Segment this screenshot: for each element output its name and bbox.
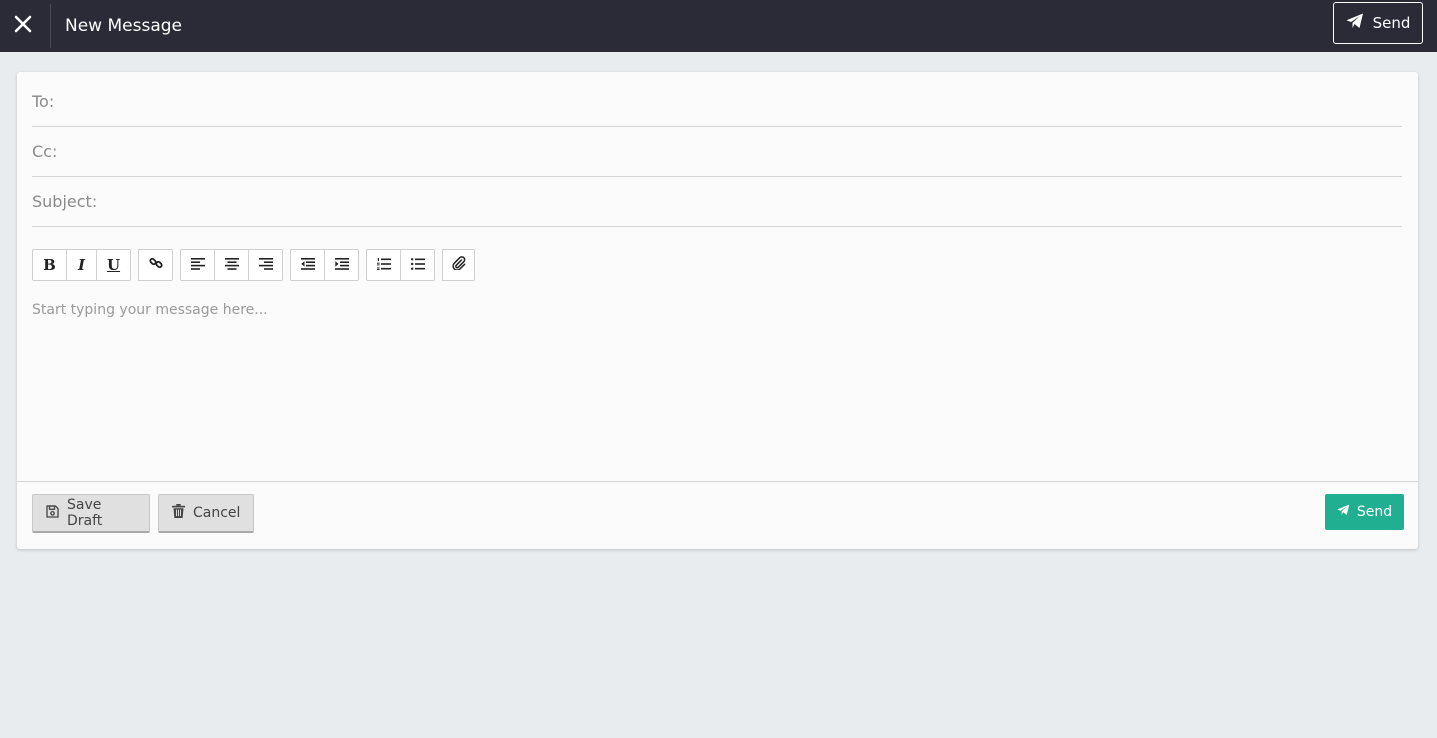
- alignment-group: [180, 249, 283, 281]
- underline-button[interactable]: U: [96, 249, 131, 281]
- attachment-group: [442, 249, 475, 281]
- align-left-icon: [190, 256, 205, 274]
- outdent-icon: [300, 256, 315, 274]
- align-left-button[interactable]: [180, 249, 215, 281]
- subject-field: Subject:: [32, 177, 1402, 227]
- paper-plane-icon: [1346, 13, 1364, 33]
- italic-label: I: [77, 256, 86, 274]
- save-draft-button[interactable]: Save Draft: [32, 494, 150, 533]
- subject-input[interactable]: [105, 177, 1402, 226]
- compose-card: To: Cc: Subject: B I U Start typing your…: [17, 72, 1418, 549]
- top-bar: New Message Send: [0, 0, 1437, 52]
- list-group: [366, 249, 435, 281]
- page-title: New Message: [65, 16, 182, 36]
- align-right-button[interactable]: [248, 249, 283, 281]
- paper-plane-icon: [1337, 504, 1350, 520]
- underline-label: U: [106, 256, 121, 274]
- outdent-button[interactable]: [290, 249, 325, 281]
- indent-group: [290, 249, 359, 281]
- send-label: Send: [1356, 504, 1393, 520]
- save-draft-label: Save Draft: [67, 497, 103, 529]
- unordered-list-button[interactable]: [400, 249, 435, 281]
- to-field: To:: [32, 77, 1402, 127]
- close-icon: [14, 15, 32, 38]
- header-send-label: Send: [1372, 14, 1411, 32]
- attachment-icon: [451, 256, 466, 274]
- to-label: To:: [32, 92, 55, 111]
- ordered-list-button[interactable]: [366, 249, 401, 281]
- close-button[interactable]: [0, 4, 46, 48]
- header-send-button[interactable]: Send: [1333, 2, 1423, 44]
- send-button[interactable]: Send: [1325, 494, 1404, 530]
- formatting-toolbar: B I U: [32, 249, 475, 281]
- to-input[interactable]: [62, 77, 1402, 126]
- attachment-button[interactable]: [442, 249, 475, 281]
- indent-icon: [334, 256, 349, 274]
- floppy-disk-icon: [46, 504, 59, 522]
- ordered-list-icon: [376, 256, 391, 274]
- trash-icon: [172, 504, 185, 522]
- unordered-list-icon: [410, 256, 425, 274]
- bold-button[interactable]: B: [32, 249, 67, 281]
- link-button[interactable]: [138, 249, 173, 281]
- header-divider: [50, 4, 51, 48]
- align-center-icon: [224, 256, 239, 274]
- message-body-editor[interactable]: Start typing your message here...: [32, 292, 1402, 477]
- link-group: [138, 249, 173, 281]
- cc-field: Cc:: [32, 127, 1402, 177]
- bold-label: B: [43, 256, 56, 274]
- cc-label: Cc:: [32, 142, 58, 161]
- subject-label: Subject:: [32, 192, 98, 211]
- indent-button[interactable]: [324, 249, 359, 281]
- cancel-label: Cancel: [193, 505, 241, 521]
- text-style-group: B I U: [32, 249, 131, 281]
- cc-input[interactable]: [65, 127, 1402, 176]
- compose-footer: Save Draft Cancel Send: [17, 481, 1418, 549]
- align-right-icon: [258, 256, 273, 274]
- link-icon: [148, 256, 163, 274]
- cancel-button[interactable]: Cancel: [158, 494, 254, 533]
- italic-button[interactable]: I: [66, 249, 97, 281]
- align-center-button[interactable]: [214, 249, 249, 281]
